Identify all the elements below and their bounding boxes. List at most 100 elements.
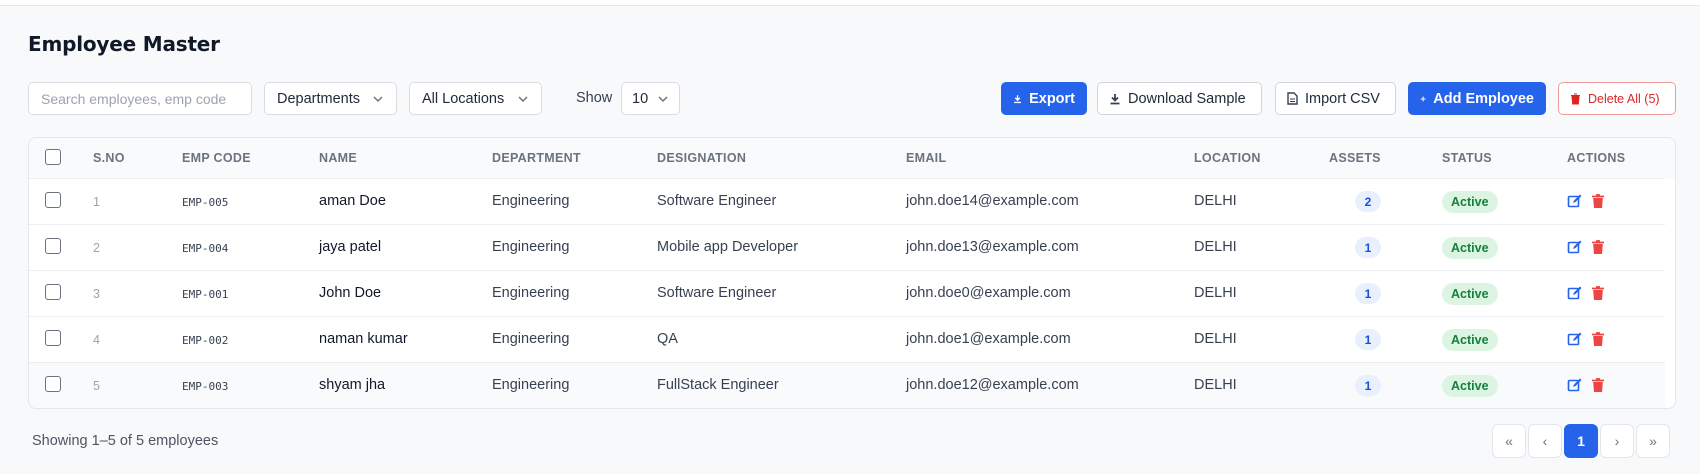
department-select[interactable]: Departments [264,82,397,115]
location-select[interactable]: All Locations [409,82,542,115]
edit-icon[interactable] [1567,239,1583,255]
add-employee-button[interactable]: Add Employee [1408,82,1546,115]
table-row: 3 EMP-001 John Doe Engineering Software Engi… [29,270,1665,316]
select-all-checkbox[interactable] [45,149,61,165]
status-badge: Active [1442,237,1498,259]
chevron-down-icon [373,95,383,102]
table-row: 4 EMP-002 naman kumar Engineering QA john.doe… [29,316,1665,362]
row-email: john.doe0@example.com [906,285,1071,301]
import-csv-button[interactable]: Import CSV [1275,82,1396,115]
row-checkbox[interactable] [45,330,61,346]
delete-all-label: Delete All (5) [1588,91,1660,106]
row-location: DELHI [1194,285,1237,301]
row-checkbox[interactable] [45,376,61,392]
edit-icon[interactable] [1567,331,1583,347]
column-header-actions: ACTIONS [1567,151,1626,165]
row-location: DELHI [1194,331,1237,347]
toolbar: Departments All Locations Show 10 Export… [28,82,1676,115]
employee-master-card: Employee Master Departments All Location… [0,5,1700,474]
trash-icon[interactable] [1590,331,1606,347]
column-header-emp-code: EMP CODE [182,151,251,165]
row-department: Engineering [492,193,570,209]
trash-icon[interactable] [1590,193,1606,209]
download-sample-label: Download Sample [1128,90,1246,107]
row-designation: Mobile app Developer [657,239,799,255]
status-badge: Active [1442,329,1498,351]
add-employee-label: Add Employee [1433,90,1534,107]
row-department: Engineering [492,239,570,255]
assets-count-badge: 1 [1355,237,1381,258]
row-designation: QA [657,331,678,347]
row-emp-code: EMP-003 [182,380,229,393]
row-email: john.doe13@example.com [906,239,1079,255]
file-icon [1287,92,1298,105]
edit-icon[interactable] [1567,377,1583,393]
pagination-prev-button[interactable]: ‹ [1528,424,1562,458]
trash-icon[interactable] [1590,239,1606,255]
row-designation: FullStack Engineer [657,377,779,393]
import-csv-label: Import CSV [1305,90,1380,107]
row-name: John Doe [319,285,382,301]
column-header-designation: DESIGNATION [657,151,747,165]
edit-icon[interactable] [1567,193,1583,209]
row-checkbox[interactable] [45,192,61,208]
row-checkbox[interactable] [45,238,61,254]
status-badge: Active [1442,191,1498,213]
row-sno: 5 [93,379,100,393]
location-select-value: All Locations [422,90,505,107]
row-sno: 3 [93,287,100,301]
column-header-location: LOCATION [1194,151,1261,165]
row-sno: 4 [93,333,100,347]
trash-icon[interactable] [1590,285,1606,301]
row-checkbox[interactable] [45,284,61,300]
row-emp-code: EMP-005 [182,196,229,209]
pagination-page-1[interactable]: 1 [1564,424,1598,458]
department-select-value: Departments [277,90,361,107]
search-input[interactable] [28,82,252,115]
employees-table: S.NO EMP CODE NAME DEPARTMENT DESIGNATIO… [28,137,1676,409]
row-location: DELHI [1194,239,1237,255]
column-header-assets: ASSETS [1329,151,1381,165]
assets-count-badge: 2 [1355,191,1381,212]
row-name: jaya patel [319,239,382,255]
assets-count-badge: 1 [1355,329,1381,350]
row-emp-code: EMP-001 [182,288,229,301]
column-header-name: NAME [319,151,358,165]
page-title: Employee Master [28,32,220,56]
page-size-select[interactable]: 10 [621,82,680,115]
pagination-next-button[interactable]: › [1600,424,1634,458]
chevron-down-icon [518,95,528,102]
pagination-last-button[interactable]: » [1636,424,1670,458]
row-email: john.doe1@example.com [906,331,1071,347]
pagination-summary: Showing 1–5 of 5 employees [32,433,219,449]
chevron-down-icon [658,95,668,102]
row-email: john.doe14@example.com [906,193,1079,209]
export-button[interactable]: Export [1001,82,1087,115]
edit-icon[interactable] [1567,285,1583,301]
row-emp-code: EMP-004 [182,242,229,255]
row-email: john.doe12@example.com [906,377,1079,393]
pagination-first-button[interactable]: « [1492,424,1526,458]
column-header-sno: S.NO [93,151,125,165]
table-row: 2 EMP-004 jaya patel Engineering Mobile app … [29,224,1665,270]
row-location: DELHI [1194,377,1237,393]
row-name: naman kumar [319,331,408,347]
row-sno: 1 [93,195,100,209]
row-name: shyam jha [319,377,386,393]
status-badge: Active [1442,283,1498,305]
row-emp-code: EMP-002 [182,334,229,347]
row-designation: Software Engineer [657,285,777,301]
assets-count-badge: 1 [1355,283,1381,304]
assets-count-badge: 1 [1355,375,1381,396]
table-row: 5 EMP-003 shyam jha Engineering FullStack En… [29,362,1665,408]
column-header-status: STATUS [1442,151,1492,165]
row-designation: Software Engineer [657,193,777,209]
row-sno: 2 [93,241,100,255]
download-icon [1110,93,1120,104]
show-label: Show [576,90,613,106]
page-size-value: 10 [632,90,649,107]
delete-all-button[interactable]: Delete All (5) [1558,82,1676,115]
plus-icon [1420,96,1426,101]
download-sample-button[interactable]: Download Sample [1097,82,1262,115]
trash-icon[interactable] [1590,377,1606,393]
